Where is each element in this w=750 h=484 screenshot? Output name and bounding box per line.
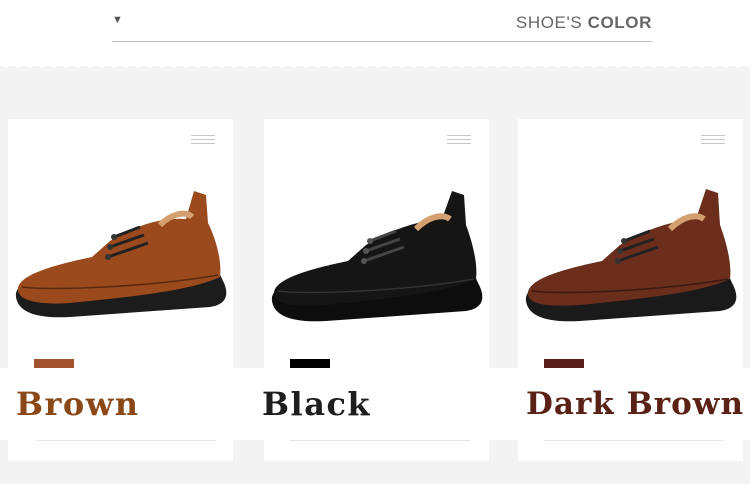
shoe-image-black bbox=[271, 191, 483, 322]
shoe-image-brown bbox=[15, 191, 227, 318]
label-underline bbox=[290, 440, 470, 441]
section-title-bold: COLOR bbox=[587, 13, 652, 32]
menu-icon[interactable] bbox=[447, 135, 471, 145]
color-swatch-black bbox=[290, 359, 330, 368]
color-swatch-brown bbox=[34, 359, 74, 368]
section-title-light: SHOE'S bbox=[515, 13, 588, 32]
color-label-dark-brown: Dark Brown bbox=[514, 368, 750, 440]
menu-icon[interactable] bbox=[191, 135, 215, 145]
menu-icon[interactable] bbox=[701, 135, 725, 145]
dropdown-arrow-icon[interactable]: ▼ bbox=[112, 14, 123, 26]
section-title: SHOE'S COLOR bbox=[516, 13, 652, 33]
color-label-brown: Brown bbox=[0, 368, 252, 440]
label-underline bbox=[36, 440, 216, 441]
section-header: ▼ SHOE'S COLOR bbox=[112, 8, 652, 42]
label-underline bbox=[544, 440, 724, 441]
shoe-image-dark-brown bbox=[525, 189, 737, 322]
color-swatch-dark-brown bbox=[544, 359, 584, 368]
color-label-black: Black bbox=[252, 368, 514, 440]
scalloped-divider bbox=[0, 62, 750, 70]
